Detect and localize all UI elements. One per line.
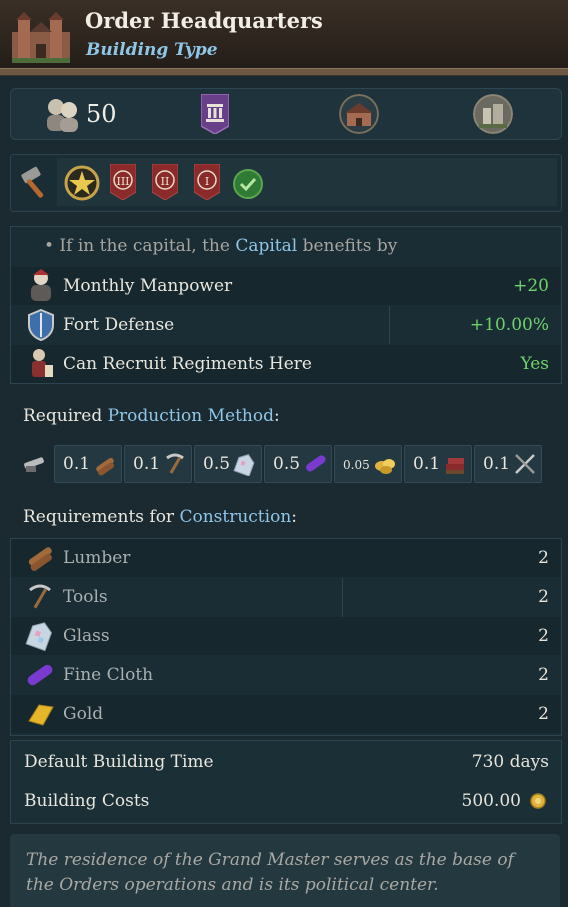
rank-II-icon[interactable]: II xyxy=(152,164,178,200)
production-value: 0.1 xyxy=(413,454,441,474)
requirement-value: 2 xyxy=(538,587,549,607)
requirement-label: Tools xyxy=(63,587,108,607)
building-cost-value: 500.00 xyxy=(461,791,521,811)
building-cost-label: Building Costs xyxy=(24,791,150,811)
header-divider xyxy=(0,68,568,76)
gold-icon xyxy=(375,459,395,474)
fort-defense-value: +10.00% xyxy=(469,315,549,335)
requirement-row-fine-cloth: Fine Cloth 2 xyxy=(11,656,561,694)
glass-icon xyxy=(25,622,53,652)
glass-icon xyxy=(233,454,255,476)
stat-row-manpower: Monthly Manpower +20 xyxy=(11,267,561,305)
requirement-value: 2 xyxy=(538,626,549,646)
population-icon xyxy=(47,99,78,132)
production-value: 0.1 xyxy=(483,454,511,474)
building-cost-row: Building Costs 500.00 xyxy=(11,782,561,820)
production-item-fine-cloth[interactable]: 0.5 xyxy=(264,445,332,483)
rank-II-label: II xyxy=(161,175,170,188)
production-item-tools[interactable]: 0.1 xyxy=(124,445,192,483)
requirement-row-tools: Tools 2 xyxy=(11,578,561,616)
requirement-value: 2 xyxy=(538,704,549,724)
tools-icon xyxy=(166,453,184,474)
requirement-value: 2 xyxy=(538,548,549,568)
rank-I-icon[interactable]: I xyxy=(194,164,220,200)
star-icon[interactable] xyxy=(64,165,100,201)
lumber-icon xyxy=(96,457,114,476)
production-item-glass[interactable]: 0.5 xyxy=(194,445,262,483)
production-method-link[interactable]: Production Method xyxy=(108,406,274,426)
production-value: 0.1 xyxy=(63,454,91,474)
rank-III-label: III xyxy=(116,175,129,188)
manpower-icon xyxy=(31,269,51,301)
check-icon[interactable] xyxy=(232,168,264,200)
production-value: 0.1 xyxy=(133,454,161,474)
gold-coin-icon xyxy=(530,793,546,809)
weapons-icon xyxy=(515,454,535,474)
castle-icon[interactable] xyxy=(473,94,513,134)
requirement-label: Gold xyxy=(63,704,104,724)
production-value: 0.5 xyxy=(273,454,301,474)
requirement-row-gold: Gold 2 xyxy=(11,695,561,733)
requirement-value: 2 xyxy=(538,665,549,685)
production-item-books[interactable]: 0.1 xyxy=(404,445,472,483)
production-title: Required Production Method: xyxy=(23,406,280,426)
hammer-icon xyxy=(21,166,44,198)
requirement-row-glass: Glass 2 xyxy=(11,617,561,655)
parliament-icon[interactable] xyxy=(201,94,229,134)
building-icon[interactable] xyxy=(339,94,379,134)
gold-icon xyxy=(28,704,54,726)
stat-row-recruit: Can Recruit Regiments Here Yes xyxy=(11,345,561,383)
capital-link[interactable]: Capital xyxy=(235,236,297,256)
building-time-row: Default Building Time 730 days xyxy=(11,743,561,781)
fine-cloth-icon xyxy=(306,455,326,472)
order-headquarters-icon xyxy=(12,12,70,63)
recruit-label: Can Recruit Regiments Here xyxy=(63,354,312,374)
production-method-icon xyxy=(24,457,44,472)
capital-benefit-text: • If in the capital, the Capital benefit… xyxy=(44,236,398,256)
building-time-value: 730 days xyxy=(471,752,549,772)
fort-defense-label: Fort Defense xyxy=(63,315,175,335)
shield-icon xyxy=(28,309,54,341)
fine-cloth-icon xyxy=(27,664,53,686)
population-value: 50 xyxy=(86,100,117,128)
production-item-gold[interactable]: 0.05 xyxy=(334,445,402,483)
construction-link[interactable]: Construction xyxy=(179,507,291,527)
stat-row-fort-defense: Fort Defense +10.00% xyxy=(11,306,561,344)
tools-icon xyxy=(29,584,51,609)
books-icon xyxy=(446,458,464,474)
building-title: Order Headquarters xyxy=(85,8,323,33)
requirement-label: Glass xyxy=(63,626,110,646)
building-description: The residence of the Grand Master serves… xyxy=(26,850,514,895)
production-value: 0.5 xyxy=(203,454,231,474)
production-value: 0.05 xyxy=(343,458,370,472)
requirement-label: Fine Cloth xyxy=(63,665,154,685)
manpower-value: +20 xyxy=(513,276,549,296)
manpower-label: Monthly Manpower xyxy=(63,276,233,296)
rank-I-label: I xyxy=(205,175,209,188)
regiment-icon xyxy=(32,349,53,377)
requirement-row-lumber: Lumber 2 xyxy=(11,539,561,577)
lumber-icon xyxy=(28,547,52,571)
production-item-lumber[interactable]: 0.1 xyxy=(54,445,122,483)
recruit-value: Yes xyxy=(520,354,549,374)
building-type-label[interactable]: Building Type xyxy=(86,40,218,60)
construction-title: Requirements for Construction: xyxy=(23,507,297,527)
rank-III-icon[interactable]: III xyxy=(110,164,136,200)
requirement-label: Lumber xyxy=(63,548,131,568)
building-time-label: Default Building Time xyxy=(24,752,214,772)
production-item-weapons[interactable]: 0.1 xyxy=(474,445,542,483)
